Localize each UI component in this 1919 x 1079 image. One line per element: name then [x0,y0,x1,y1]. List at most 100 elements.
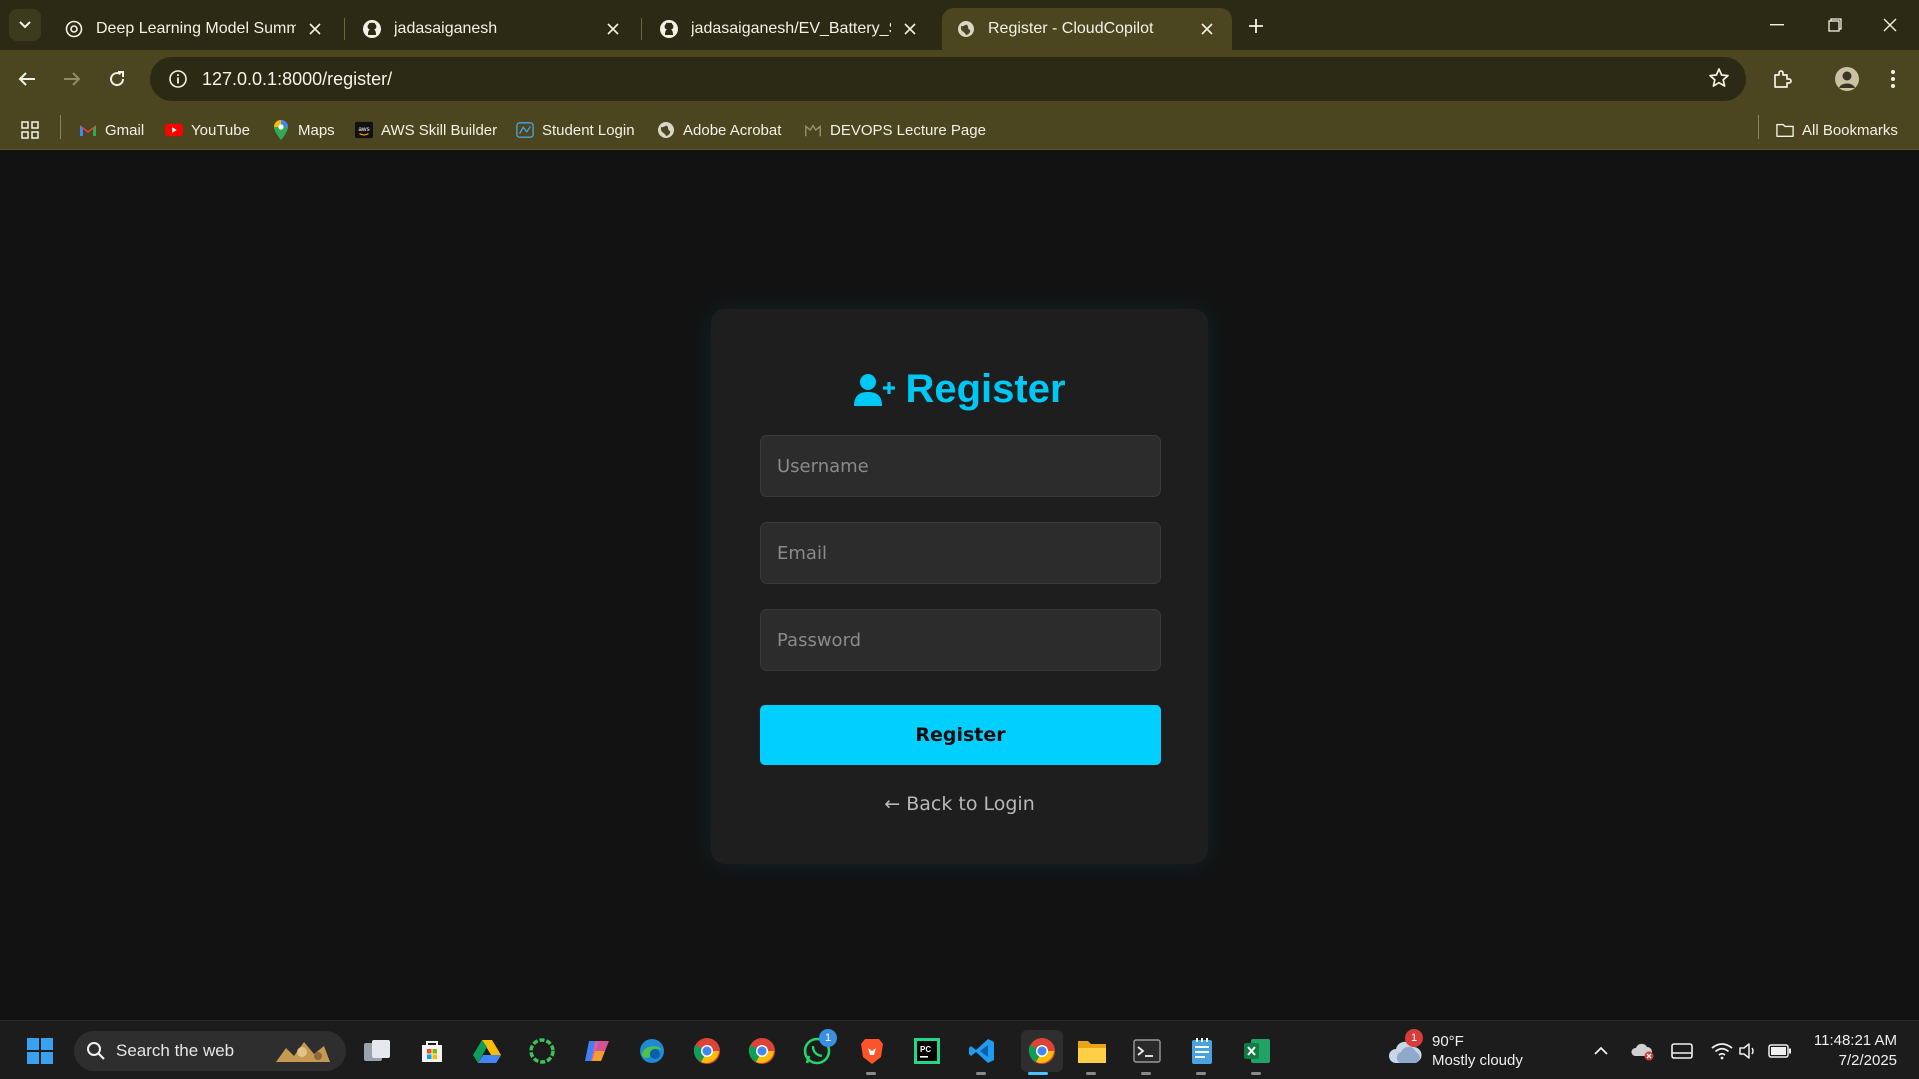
plus-icon [1249,19,1263,33]
chrome-icon [748,1038,775,1064]
minimize-button[interactable] [1748,0,1806,50]
tab-search-button[interactable] [9,9,41,41]
store-icon [422,1041,442,1062]
extensions-button[interactable] [1766,63,1798,95]
task-view-button[interactable] [361,1035,393,1067]
address-bar[interactable]: 127.0.0.1:8000/register/ [150,57,1746,101]
apps-grid-icon [21,121,39,139]
microsoft-store-button[interactable] [416,1035,448,1067]
active-indicator [1028,1072,1048,1075]
chrome-icon [1028,1038,1055,1064]
bookmark-adobe-acrobat[interactable]: Adobe Acrobat [657,118,781,142]
notepad-button[interactable] [1186,1035,1218,1067]
clock-date: 7/2/2025 [1838,1052,1897,1069]
excel-button[interactable] [1241,1035,1273,1067]
restore-button[interactable] [1806,0,1864,50]
back-button[interactable] [11,63,43,95]
pycharm-button[interactable]: PC [911,1035,943,1067]
weather-notification-badge: 1 [1405,1029,1423,1047]
tab-separator [641,18,642,40]
onedrive-tray-button[interactable] [1631,1039,1655,1063]
email-input[interactable] [760,522,1161,584]
cloud-error-icon [1631,1043,1654,1061]
puzzle-icon [1774,70,1792,88]
register-button[interactable]: Register [760,705,1161,765]
tab-title: jadasaiganesh/EV_Battery_SOH [691,20,891,37]
bookmark-label: Gmail [105,121,145,139]
file-explorer-button[interactable] [1076,1035,1108,1067]
bookmark-aws[interactable]: aws AWS Skill Builder [355,118,497,142]
all-bookmarks-button[interactable]: All Bookmarks [1776,118,1898,142]
youtube-icon [165,121,183,139]
menu-button[interactable] [1877,63,1909,95]
kebab-menu-icon [1891,70,1895,88]
taskbar-search[interactable]: Search the web [74,1031,346,1071]
username-input[interactable] [760,435,1161,497]
profile-avatar[interactable] [1831,63,1863,95]
start-button[interactable] [24,1035,56,1067]
chrome-button-2[interactable] [746,1035,778,1067]
bookmark-maps[interactable]: Maps [272,118,335,142]
running-indicator [866,1072,876,1075]
reload-icon [110,71,125,87]
bookmark-devops[interactable]: DEVOPS Lecture Page [804,118,986,142]
close-icon[interactable] [602,18,624,40]
copilot-button[interactable] [581,1035,613,1067]
chevron-up-icon [1594,1046,1608,1055]
task-view-icon [364,1040,390,1061]
tab-github-repo[interactable]: jadasaiganesh/EV_Battery_SOH [645,8,935,50]
system-clock[interactable]: 11:48:21 AM 7/2/2025 [1814,1031,1897,1071]
bookmark-gmail[interactable]: Gmail [79,118,144,142]
bookmark-label: Student Login [542,121,635,139]
edge-button[interactable] [636,1035,668,1067]
whatsapp-notification-badge: 1 [819,1029,837,1047]
windows-taskbar: Search the web 1 PC 90°F Mostly cloudy 1… [0,1020,1919,1079]
show-hidden-icons-button[interactable] [1589,1039,1613,1063]
reload-button[interactable] [101,63,133,95]
close-icon[interactable] [1196,18,1218,40]
minimize-icon [1770,24,1784,26]
bookmark-label: DEVOPS Lecture Page [830,121,986,139]
excel-icon [1244,1039,1270,1063]
google-drive-button[interactable] [471,1035,503,1067]
close-icon[interactable] [899,18,921,40]
page-title: Register [905,367,1066,411]
bookmark-student-login[interactable]: Student Login [516,118,635,142]
student-icon [516,121,534,139]
tab-register-active[interactable]: Register - CloudCopilot [942,8,1232,50]
speaker-icon [1739,1043,1754,1059]
bookmark-label: AWS Skill Builder [381,121,498,139]
folder-icon [1776,121,1794,139]
new-tab-button[interactable] [1242,12,1270,40]
aws-icon: aws [355,121,373,139]
windows-icon [27,1038,53,1064]
site-info-icon[interactable] [156,69,200,89]
brave-button[interactable] [856,1035,888,1067]
display-tray-button[interactable] [1670,1039,1694,1063]
forward-button[interactable] [56,63,88,95]
close-window-button[interactable] [1861,0,1919,50]
bookmark-youtube[interactable]: YouTube [165,118,250,142]
vscode-button[interactable] [966,1035,998,1067]
password-input[interactable] [760,609,1161,671]
terminal-button[interactable] [1131,1035,1163,1067]
url-text[interactable]: 127.0.0.1:8000/register/ [202,69,392,90]
bookmark-star-icon[interactable] [1708,67,1730,94]
wifi-tray-button[interactable] [1710,1039,1734,1063]
moodle-icon [804,121,822,139]
tab-title: Register - CloudCopilot [988,20,1154,37]
back-to-login-link[interactable]: ← Back to Login [711,793,1208,815]
apps-button[interactable] [21,118,47,142]
display-icon [1671,1043,1693,1059]
tab-github-profile[interactable]: jadasaiganesh [348,8,638,50]
close-icon[interactable] [304,18,326,40]
chrome-button-active[interactable] [1021,1030,1063,1072]
chrome-icon [693,1038,720,1064]
tab-deep-learning[interactable]: Deep Learning Model Summary [50,8,340,50]
volume-tray-button[interactable] [1737,1039,1761,1063]
app-button-circle[interactable] [526,1035,558,1067]
chrome-button-1[interactable] [691,1035,723,1067]
battery-tray-button[interactable] [1768,1039,1792,1063]
search-icon [87,1042,105,1060]
chevron-down-icon [19,21,31,29]
